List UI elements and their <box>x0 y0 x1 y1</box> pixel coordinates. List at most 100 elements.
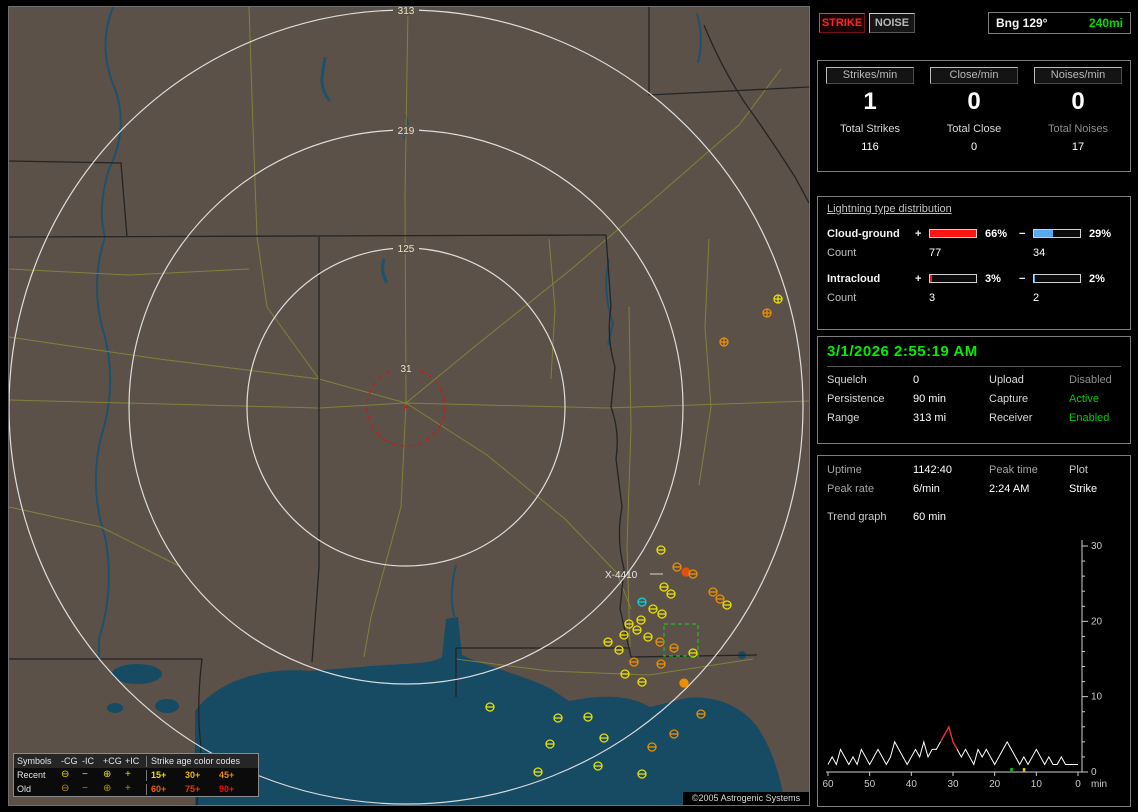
age-75: 75+ <box>185 784 201 794</box>
trend-graph-row: Trend graph 60 min <box>827 511 1121 523</box>
squelch-value: 0 <box>913 374 920 386</box>
capture-status: Active <box>1069 393 1099 405</box>
intracloud-label: Intracloud <box>827 272 881 285</box>
total-strikes-value: 116 <box>861 141 879 153</box>
bearing-label: Bng 129° <box>996 16 1048 30</box>
old-pos-cg-icon: ⊕ <box>103 783 112 794</box>
receiver-status: Enabled <box>1069 412 1110 424</box>
svg-text:30: 30 <box>947 779 959 790</box>
recent-neg-ic-icon: − <box>82 769 88 780</box>
plus-sign: + <box>915 227 922 240</box>
minus-sign: − <box>1019 227 1026 240</box>
cg-positive-pct: 66% <box>985 227 1008 240</box>
range-value: 313 mi <box>913 412 947 424</box>
recent-pos-cg-icon: ⊕ <box>103 769 112 780</box>
cg-positive-count: 77 <box>929 246 942 259</box>
uptime-value: 1142:40 <box>913 464 952 476</box>
svg-text:313: 313 <box>398 7 415 17</box>
plus-sign: + <box>915 272 922 285</box>
copyright-text: ©2005 Astrogenic Systems <box>683 792 809 805</box>
squelch-label: Squelch <box>827 374 867 386</box>
trend-graph: 010203060 50 40 30 20 10 0 min <box>822 540 1107 790</box>
divider <box>827 366 1121 367</box>
svg-text:20: 20 <box>989 779 1001 790</box>
close-per-min-button[interactable]: Close/min <box>930 67 1018 84</box>
rates-box: Strikes/min 1 Total Strikes 116 Close/mi… <box>817 60 1131 172</box>
status-grid: Squelch 0 Upload Disabled Persistence 90… <box>827 374 1121 424</box>
trend-box: Uptime 1142:40 Peak time Plot Peak rate … <box>817 455 1131 807</box>
recent-neg-cg-icon: ⊖ <box>61 769 70 780</box>
status-panel: STRIKE NOISE Bng 129° 240mi Strikes/min … <box>815 0 1138 812</box>
legend-age-header: Strike age color codes <box>151 756 241 766</box>
svg-text:50: 50 <box>864 779 876 790</box>
legend-row-recent: Recent ⊖ − ⊕ + 15+ 30+ 45+ <box>14 768 258 782</box>
legend-col-pos-ic: +IC <box>125 756 140 766</box>
close-column: Close/min 0 Total Close 0 <box>922 61 1026 171</box>
legend-header: Symbols -CG -IC +CG +IC Strike age color… <box>14 754 258 768</box>
total-noises-value: 17 <box>1071 141 1085 153</box>
strikes-per-min-button[interactable]: Strikes/min <box>826 67 914 84</box>
total-strikes-label: Total Strikes <box>840 123 900 135</box>
ic-positive-count: 3 <box>929 291 936 304</box>
legend-symbols-label: Symbols <box>17 756 52 766</box>
age-15: 15+ <box>151 770 167 780</box>
strikes-per-min-value: 1 <box>863 88 877 115</box>
peak-time-label: Peak time <box>989 464 1038 476</box>
nexstorm-window: 313 219 125 31 X-4410 Symbols -CG -IC +CG +… <box>0 0 1138 812</box>
info-grid: Uptime 1142:40 Peak time Plot Peak rate … <box>827 464 1121 495</box>
svg-text:0: 0 <box>1075 779 1081 790</box>
capture-label: Capture <box>989 393 1029 405</box>
age-90: 90+ <box>219 784 235 794</box>
plot-label: Plot <box>1069 464 1088 476</box>
intracloud-count-row: Count 3 2 <box>827 288 1121 307</box>
legend-col-neg-cg: -CG <box>61 756 78 766</box>
noise-button[interactable]: NOISE <box>869 13 915 33</box>
svg-text:30: 30 <box>1091 541 1103 552</box>
svg-text:60: 60 <box>822 779 834 790</box>
count-label: Count <box>827 246 857 259</box>
storm-cell-label: X-4410 <box>605 570 638 581</box>
cg-negative-pct: 29% <box>1089 227 1112 240</box>
svg-text:125: 125 <box>398 244 415 255</box>
ic-negative-bar <box>1033 274 1081 283</box>
cloud-ground-row: Cloud-ground + 66% − 29% <box>827 224 1121 243</box>
close-per-min-value: 0 <box>967 88 981 115</box>
total-close-label: Total Close <box>946 123 1002 135</box>
noises-per-min-button[interactable]: Noises/min <box>1034 67 1122 84</box>
svg-text:10: 10 <box>1091 692 1103 703</box>
uptime-label: Uptime <box>827 464 862 476</box>
range-label: Range <box>827 412 860 424</box>
persistence-label: Persistence <box>827 393 885 405</box>
ic-negative-count: 2 <box>1033 291 1040 304</box>
age-30: 30+ <box>185 770 201 780</box>
recent-pos-ic-icon: + <box>125 769 131 780</box>
old-pos-ic-icon: + <box>125 783 131 794</box>
age-45: 45+ <box>219 770 235 780</box>
svg-text:31: 31 <box>400 364 412 375</box>
ic-negative-pct: 2% <box>1089 272 1105 285</box>
old-neg-ic-icon: − <box>82 783 88 794</box>
svg-text:min: min <box>1091 779 1107 790</box>
datetime-display: 3/1/2026 2:55:19 AM <box>827 343 978 360</box>
peak-time-value: 2:24 AM <box>989 483 1030 495</box>
map-legend: Symbols -CG -IC +CG +IC Strike age color… <box>13 753 259 797</box>
plot-type-value: Strike <box>1069 483 1098 495</box>
strike-button[interactable]: STRIKE <box>819 13 865 33</box>
cloud-ground-label: Cloud-ground <box>827 227 900 240</box>
trend-window-value: 60 min <box>913 511 947 523</box>
receiver-label: Receiver <box>989 412 1033 424</box>
strikes-column: Strikes/min 1 Total Strikes 116 <box>818 61 922 171</box>
lightning-map[interactable]: 313 219 125 31 X-4410 Symbols -CG -IC +CG +… <box>8 6 810 806</box>
noises-column: Noises/min 0 Total Noises 17 <box>1026 61 1130 171</box>
peak-rate-value: 6/min <box>913 483 940 495</box>
count-label: Count <box>827 291 857 304</box>
ic-positive-pct: 3% <box>985 272 1001 285</box>
distribution-title: Lightning type distribution <box>827 203 952 215</box>
svg-text:20: 20 <box>1091 616 1103 627</box>
cg-negative-count: 34 <box>1033 246 1046 259</box>
total-noises-label: Total Noises <box>1048 123 1108 135</box>
bearing-distance: 240mi <box>1088 16 1123 30</box>
intracloud-row: Intracloud + 3% − 2% <box>827 269 1121 288</box>
svg-text:219: 219 <box>398 126 415 137</box>
svg-text:40: 40 <box>906 779 918 790</box>
